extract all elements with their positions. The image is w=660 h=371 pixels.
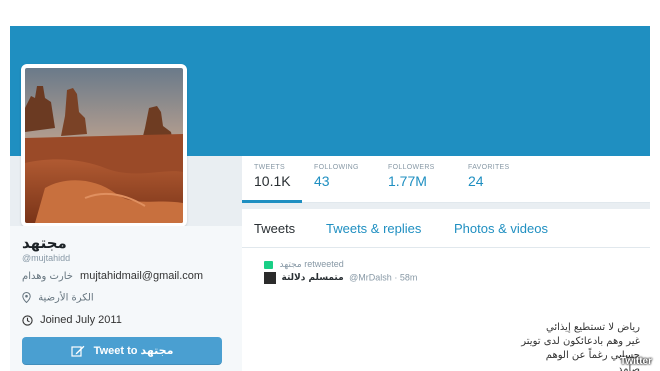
profile-handle[interactable]: @mujtahidd xyxy=(22,253,70,263)
profile-sidebar: مجتهد @mujtahidd خارت وهدام mujtahidmail… xyxy=(10,226,242,371)
stat-following[interactable]: FOLLOWING 43 xyxy=(314,164,359,189)
tweet-line: حسابي رغماً عن الوهم xyxy=(545,350,640,361)
joined-text: Joined July 2011 xyxy=(40,314,122,326)
tweet-line: صامد xyxy=(617,364,640,371)
retweet-context: مجتهد retweeted xyxy=(264,259,344,270)
tweet-stream: Tweets Tweets & replies Photos & videos … xyxy=(242,209,650,371)
location-pin-icon xyxy=(22,292,31,303)
bio-arabic-text: خارت وهدام xyxy=(22,271,73,282)
stat-label: FOLLOWERS xyxy=(388,164,435,171)
profile-joined-date: Joined July 2011 xyxy=(22,314,122,326)
source-watermark: Twitter xyxy=(619,356,652,367)
tweet-author-avatar[interactable] xyxy=(264,272,276,284)
bio-email: mujtahidmail@gmail.com xyxy=(80,270,204,282)
profile-display-name: مجتهد xyxy=(22,234,67,252)
stat-label: FAVORITES xyxy=(468,164,510,171)
profile-location: الكرة الأرضية xyxy=(22,292,94,304)
tweet-to-label: Tweet to مجتهد xyxy=(93,345,174,357)
profile-bio: خارت وهدام mujtahidmail@gmail.com xyxy=(22,270,203,282)
desert-landscape-image xyxy=(25,68,183,223)
timeline-tabs: Tweets Tweets & replies Photos & videos xyxy=(242,209,650,248)
stat-favorites[interactable]: FAVORITES 24 xyxy=(468,164,509,189)
tweet-line: غير وهم بادعائكون لدى تويتر xyxy=(521,336,640,347)
tweet-to-button[interactable]: Tweet to مجتهد xyxy=(22,337,222,365)
retweet-text[interactable]: مجتهد retweeted xyxy=(280,259,344,269)
tweet-line: رياض لا تستطيع إيذائي xyxy=(546,322,640,333)
location-text: الكرة الأرضية xyxy=(38,292,94,304)
tweet-text: رياض لا تستطيع إيذائي غير وهم بادعائكون … xyxy=(490,321,640,371)
tab-tweets[interactable]: Tweets xyxy=(254,221,295,236)
retweet-icon xyxy=(264,260,273,269)
tab-photos-videos[interactable]: Photos & videos xyxy=(454,221,548,236)
stat-value: 1.77M xyxy=(388,173,427,189)
stat-value: 43 xyxy=(314,173,330,189)
tweet-header: متمسلم دلالتة @MrDalsh · 58m xyxy=(264,272,417,284)
stat-label: FOLLOWING xyxy=(314,164,359,171)
tab-tweets-replies[interactable]: Tweets & replies xyxy=(326,221,421,236)
clock-icon xyxy=(22,314,33,326)
compose-pen-icon xyxy=(71,345,85,357)
stat-followers[interactable]: FOLLOWERS 1.77M xyxy=(388,164,435,189)
stat-tweets[interactable]: TWEETS 10.1K xyxy=(254,164,291,189)
tweet-time[interactable]: 58m xyxy=(400,272,418,282)
profile-avatar[interactable] xyxy=(21,64,187,227)
tweet-author-handle[interactable]: @MrDalsh xyxy=(349,272,392,282)
profile-stats-nav: TWEETS 10.1K FOLLOWING 43 FOLLOWERS 1.77… xyxy=(242,156,650,203)
stat-value: 10.1K xyxy=(254,173,291,189)
twitter-profile-page: مجتهد @mujtahidd خارت وهدام mujtahidmail… xyxy=(10,26,650,371)
active-stat-underline xyxy=(242,200,302,203)
tweet-author-name[interactable]: متمسلم دلالتة xyxy=(282,273,344,283)
stat-label: TWEETS xyxy=(254,164,285,171)
stat-value: 24 xyxy=(468,173,484,189)
